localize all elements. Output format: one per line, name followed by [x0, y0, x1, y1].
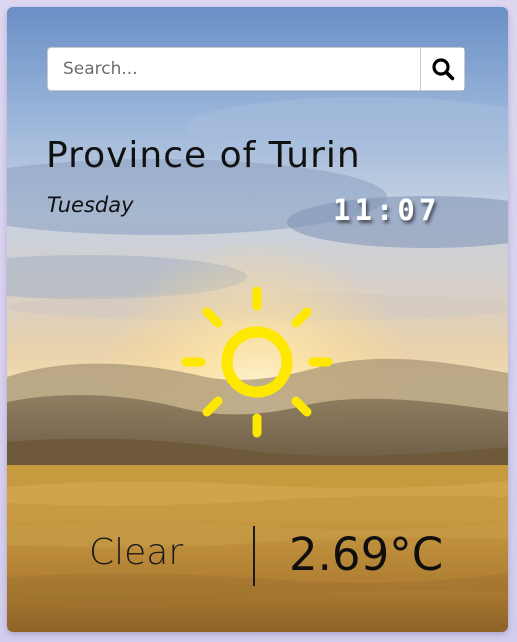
location-name: Province of Turin: [46, 135, 361, 176]
weather-condition: Clear: [89, 532, 184, 573]
temperature: 2.69°C: [289, 528, 444, 581]
sun-icon: [181, 286, 333, 438]
weather-card: Province of Turin Tuesday 11:07 Clear 2.…: [7, 7, 508, 632]
search-icon: [431, 58, 454, 81]
divider: [253, 526, 255, 586]
search-input[interactable]: [48, 48, 422, 90]
day-of-week: Tuesday: [47, 193, 134, 217]
search-bar: [47, 47, 465, 91]
clock-time: 11:07: [333, 193, 441, 227]
search-button[interactable]: [420, 48, 464, 90]
